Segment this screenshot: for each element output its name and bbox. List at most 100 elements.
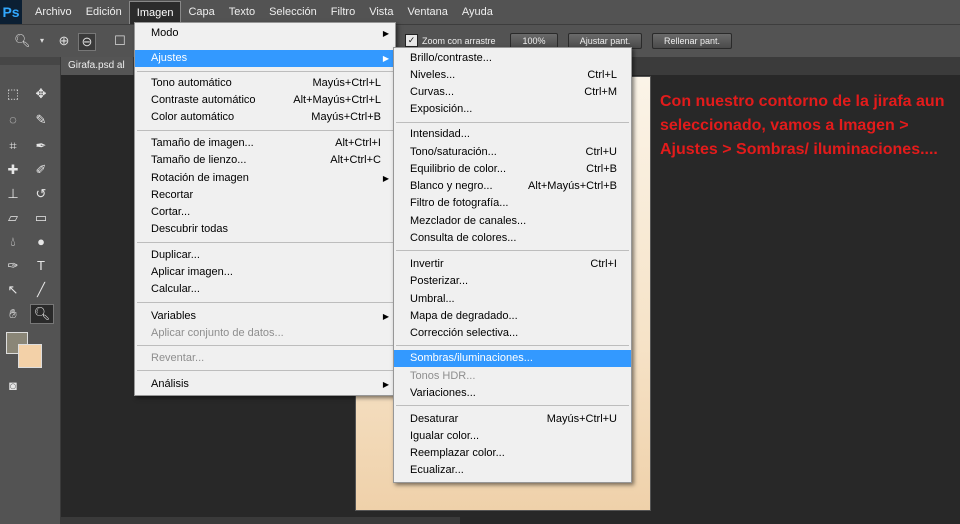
menu-separator [137, 302, 393, 303]
menu-item-rotacion-de-imagen[interactable]: Rotación de imagen ▶ [135, 170, 395, 187]
menu-item-label: Ajustes [151, 52, 188, 64]
document-tab[interactable]: Girafa.psd al [60, 57, 133, 75]
blur-tool-icon[interactable]: 💧︎ [2, 233, 24, 251]
menu-item-shortcut: Mayús+Ctrl+L [312, 77, 381, 89]
history-brush-icon[interactable]: ↺ [30, 185, 52, 203]
menu-separator [396, 250, 629, 251]
menu-item-intensidad[interactable]: Intensidad... [394, 126, 631, 143]
gradient-tool-icon[interactable]: ▭ [30, 209, 52, 227]
menu-imagen[interactable]: Imagen [128, 0, 182, 24]
menu-item-aplicar-conjunto-de-datos: Aplicar conjunto de datos... [135, 325, 395, 342]
menu-item-blanco-y-negro[interactable]: Blanco y negro... Alt+Mayús+Ctrl+B [394, 178, 631, 195]
menu-item-cortar[interactable]: Cortar... [135, 204, 395, 221]
lasso-tool-icon[interactable]: ◌ [2, 111, 24, 129]
menu-archivo[interactable]: Archivo [28, 1, 79, 23]
menu-capa[interactable]: Capa [181, 1, 221, 23]
move-tool-icon[interactable]: ✥ [30, 85, 52, 103]
background-color-swatch[interactable] [18, 344, 42, 368]
menu-item-filtro-de-fotografia[interactable]: Filtro de fotografía... [394, 195, 631, 212]
zoom-tool-selected-icon[interactable]: 🔍︎ [30, 304, 54, 324]
crop-tool-icon[interactable]: ⌗ [2, 137, 24, 155]
menu-item-calcular[interactable]: Calcular... [135, 281, 395, 298]
menu-item-label: Contraste automático [151, 94, 256, 106]
menu-item-umbral[interactable]: Umbral... [394, 291, 631, 308]
fill-screen-button[interactable]: Rellenar pant. [652, 33, 732, 49]
quick-mask-icon[interactable]: ◙ [2, 377, 24, 395]
zoom-out-icon[interactable]: ⊖ [78, 33, 96, 51]
menu-filtro[interactable]: Filtro [324, 1, 362, 23]
menu-item-label: Análisis [151, 378, 189, 390]
menu-item-modo[interactable]: Modo ▶ [135, 25, 395, 42]
menu-item-exposicion[interactable]: Exposición... [394, 101, 631, 118]
menu-ventana[interactable]: Ventana [400, 1, 454, 23]
menu-separator [396, 405, 629, 406]
zoom-drag-checkbox[interactable]: ✓ [405, 34, 418, 47]
zoom-drag-option[interactable]: ✓ Zoom con arrastre [405, 34, 496, 47]
menu-item-tamano-de-lienzo[interactable]: Tamaño de lienzo... Alt+Ctrl+C [135, 152, 395, 169]
chevron-down-icon[interactable]: ▾ [34, 33, 50, 49]
menu-item-label: Tamaño de imagen... [151, 137, 254, 149]
menu-seleccion[interactable]: Selección [262, 1, 324, 23]
menu-item-analisis[interactable]: Análisis ▶ [135, 376, 395, 393]
zoom-in-icon[interactable]: ⊕ [56, 33, 72, 49]
menu-item-shortcut: Alt+Mayús+Ctrl+L [293, 94, 381, 106]
menu-item-descubrir-todas[interactable]: Descubrir todas [135, 221, 395, 238]
path-select-icon[interactable]: ↖ [2, 281, 24, 299]
quick-select-tool-icon[interactable]: ✎ [30, 111, 52, 129]
menu-item-correccion-selectiva[interactable]: Corrección selectiva... [394, 325, 631, 342]
menu-item-label: Corrección selectiva... [410, 327, 519, 339]
menu-item-shortcut: Ctrl+U [585, 146, 617, 158]
menu-ayuda[interactable]: Ayuda [455, 1, 500, 23]
menu-separator [396, 345, 629, 346]
menu-item-consulta-de-colores[interactable]: Consulta de colores... [394, 230, 631, 247]
menu-item-posterizar[interactable]: Posterizar... [394, 273, 631, 290]
menu-item-label: Ecualizar... [410, 464, 464, 476]
menu-item-aplicar-imagen[interactable]: Aplicar imagen... [135, 264, 395, 281]
menu-item-recortar[interactable]: Recortar [135, 187, 395, 204]
menu-item-desaturar[interactable]: Desaturar Mayús+Ctrl+U [394, 411, 631, 428]
menu-item-brillo-contraste[interactable]: Brillo/contraste... [394, 50, 631, 67]
menu-item-ecualizar[interactable]: Ecualizar... [394, 462, 631, 479]
line-tool-icon[interactable]: ╱ [30, 281, 52, 299]
eraser-tool-icon[interactable]: ▱ [2, 209, 24, 227]
menu-item-ajustes[interactable]: Ajustes ▶ [135, 50, 395, 67]
menu-separator [137, 130, 393, 131]
menu-vista[interactable]: Vista [362, 1, 400, 23]
menu-item-tono-automatico[interactable]: Tono automático Mayús+Ctrl+L [135, 75, 395, 92]
marquee-tool-icon[interactable]: ⬚ [2, 85, 24, 103]
menu-item-duplicar[interactable]: Duplicar... [135, 247, 395, 264]
dodge-tool-icon[interactable]: ● [30, 233, 52, 251]
type-tool-icon[interactable]: T [30, 257, 52, 275]
menu-separator [137, 345, 393, 346]
menu-edicion[interactable]: Edición [79, 1, 129, 23]
menu-item-equilibrio-de-color[interactable]: Equilibrio de color... Ctrl+B [394, 161, 631, 178]
menu-item-variables[interactable]: Variables ▶ [135, 308, 395, 325]
menu-item-tamano-de-imagen[interactable]: Tamaño de imagen... Alt+Ctrl+I [135, 135, 395, 152]
menu-item-label: Recortar [151, 189, 194, 201]
menu-item-variaciones[interactable]: Variaciones... [394, 385, 631, 402]
toolbar-grip[interactable] [0, 57, 60, 65]
menu-item-curvas[interactable]: Curvas... Ctrl+M [394, 84, 631, 101]
menu-item-igualar-color[interactable]: Igualar color... [394, 428, 631, 445]
zoom-tool-icon[interactable]: 🔍︎ [14, 33, 31, 49]
healing-brush-icon[interactable]: ✚ [2, 161, 24, 179]
menu-item-reemplazar-color[interactable]: Reemplazar color... [394, 445, 631, 462]
menu-item-niveles[interactable]: Niveles... Ctrl+L [394, 67, 631, 84]
menu-item-color-automatico[interactable]: Color automático Mayús+Ctrl+B [135, 109, 395, 126]
menu-separator [137, 370, 393, 371]
eyedropper-tool-icon[interactable]: ✒ [30, 137, 52, 155]
menu-item-invertir[interactable]: Invertir Ctrl+I [394, 256, 631, 273]
brush-tool-icon[interactable]: ✐ [30, 161, 52, 179]
resize-windows-checkbox[interactable]: ☐ [112, 33, 128, 49]
menu-item-mezclador-de-canales[interactable]: Mezclador de canales... [394, 213, 631, 230]
menu-texto[interactable]: Texto [222, 1, 262, 23]
clone-stamp-icon[interactable]: ⊥ [2, 185, 24, 203]
menu-item-tono-saturacion[interactable]: Tono/saturación... Ctrl+U [394, 144, 631, 161]
pen-tool-icon[interactable]: ✑ [2, 257, 24, 275]
menu-item-tonos-hdr: Tonos HDR... [394, 368, 631, 385]
menu-item-label: Mapa de degradado... [410, 310, 518, 322]
menu-item-sombras-iluminaciones[interactable]: Sombras/iluminaciones... [394, 350, 631, 367]
hand-tool-icon[interactable]: ✋︎ [2, 305, 24, 323]
menu-item-mapa-de-degradado[interactable]: Mapa de degradado... [394, 308, 631, 325]
menu-item-contraste-automatico[interactable]: Contraste automático Alt+Mayús+Ctrl+L [135, 92, 395, 109]
